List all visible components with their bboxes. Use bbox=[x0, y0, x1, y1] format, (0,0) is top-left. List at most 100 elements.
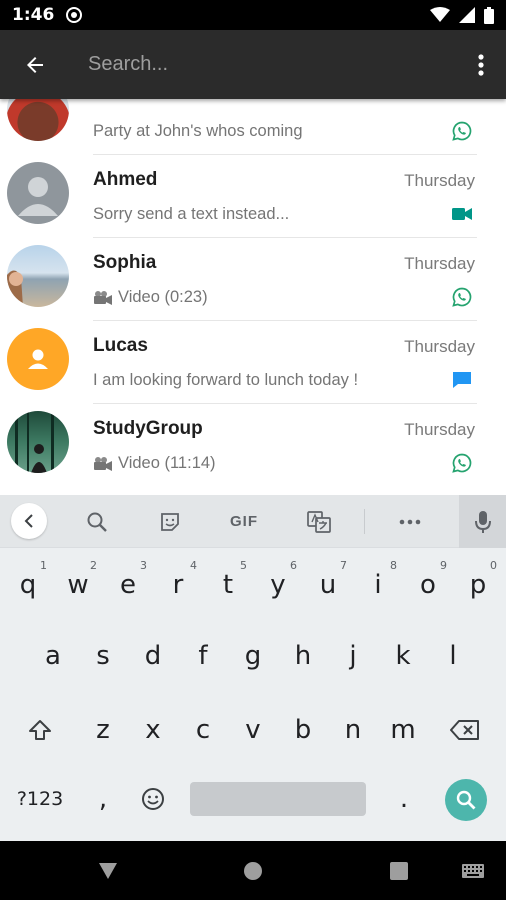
key-hint: 2 bbox=[90, 559, 97, 572]
key-a[interactable]: a bbox=[28, 626, 78, 686]
home-nav-button[interactable] bbox=[233, 841, 273, 900]
keyboard-search-button[interactable] bbox=[80, 495, 114, 548]
chat-name: Lucas bbox=[93, 335, 148, 356]
keyboard-search-key[interactable] bbox=[445, 779, 487, 821]
chat-preview: Sorry send a text instead... bbox=[93, 205, 290, 223]
collapse-toolbar-button[interactable] bbox=[11, 503, 47, 539]
recents-nav-button[interactable] bbox=[379, 841, 419, 900]
key-c[interactable]: c bbox=[178, 700, 228, 760]
key-v[interactable]: v bbox=[228, 700, 278, 760]
key-f[interactable]: f bbox=[178, 626, 228, 686]
sticker-icon bbox=[161, 512, 179, 531]
avatar bbox=[7, 245, 69, 307]
nav-back-icon bbox=[99, 862, 117, 879]
key-n[interactable]: n bbox=[328, 700, 378, 760]
default-person-icon bbox=[28, 349, 48, 369]
chat-row[interactable]: StudyGroup Thursday Video (11:14) bbox=[0, 404, 506, 487]
chat-list: Party at John's whos coming Ahmed Thursd… bbox=[0, 99, 506, 495]
search-icon bbox=[87, 512, 107, 532]
search-icon bbox=[456, 790, 476, 810]
key-s[interactable]: s bbox=[78, 626, 128, 686]
chat-time: Thursday bbox=[404, 337, 475, 356]
overflow-menu-button[interactable] bbox=[456, 30, 506, 99]
chat-preview: I am looking forward to lunch today ! bbox=[93, 371, 359, 389]
app-notification-icon bbox=[66, 7, 83, 23]
voice-input-button[interactable] bbox=[459, 495, 506, 548]
chat-row[interactable]: Ahmed Thursday Sorry send a text instead… bbox=[0, 155, 506, 238]
key-b[interactable]: b bbox=[278, 700, 328, 760]
shift-key[interactable] bbox=[15, 700, 65, 760]
key-hint: 5 bbox=[240, 559, 247, 572]
status-bar: 1:46 bbox=[0, 0, 506, 30]
key-hint: 7 bbox=[340, 559, 347, 572]
key-hint: 1 bbox=[40, 559, 47, 572]
backspace-key[interactable] bbox=[440, 700, 490, 760]
chat-time: Thursday bbox=[404, 171, 475, 190]
mic-icon bbox=[474, 510, 491, 533]
key-x[interactable]: x bbox=[128, 700, 178, 760]
gif-button[interactable]: GIF bbox=[222, 495, 266, 548]
shift-icon bbox=[29, 720, 51, 740]
avatar bbox=[7, 411, 69, 473]
avatar bbox=[7, 162, 69, 224]
group-photo bbox=[15, 411, 54, 473]
keyboard-icon bbox=[462, 863, 484, 878]
message-bubble-icon bbox=[451, 369, 473, 391]
chat-row[interactable]: Lucas Thursday I am looking forward to l… bbox=[0, 321, 506, 404]
chat-name: Ahmed bbox=[93, 169, 158, 190]
key-l[interactable]: l bbox=[428, 626, 478, 686]
key-m[interactable]: m bbox=[378, 700, 428, 760]
emoji-key[interactable] bbox=[128, 769, 178, 829]
chat-preview: Party at John's whos coming bbox=[93, 122, 303, 140]
battery-icon bbox=[484, 6, 494, 24]
chat-time: Thursday bbox=[404, 254, 475, 273]
key-z[interactable]: z bbox=[78, 700, 128, 760]
key-hint: 3 bbox=[140, 559, 147, 572]
key-g[interactable]: g bbox=[228, 626, 278, 686]
keyboard: GIF q w e r t y u i o p 1 2 3 4 5 6 7 8 … bbox=[0, 495, 506, 841]
chat-row[interactable]: Sophia Thursday Video (0:23) bbox=[0, 238, 506, 321]
avatar bbox=[7, 99, 69, 141]
translate-button[interactable] bbox=[302, 495, 336, 548]
video-camera-icon bbox=[451, 203, 473, 225]
chat-row[interactable]: Party at John's whos coming bbox=[0, 99, 506, 155]
video-camera-emoji-icon bbox=[94, 456, 112, 471]
chat-time: Thursday bbox=[404, 420, 475, 439]
back-nav-button[interactable] bbox=[88, 841, 128, 900]
key-k[interactable]: k bbox=[378, 626, 428, 686]
key-h[interactable]: h bbox=[278, 626, 328, 686]
search-input[interactable] bbox=[88, 53, 456, 76]
sticker-button[interactable] bbox=[153, 495, 187, 548]
avatar bbox=[7, 328, 69, 390]
key-hint: 0 bbox=[490, 559, 497, 572]
search-toolbar bbox=[0, 30, 506, 99]
default-person-icon bbox=[18, 177, 58, 216]
back-button[interactable] bbox=[0, 30, 70, 99]
whatsapp-icon bbox=[451, 120, 473, 142]
chat-preview: Video (0:23) bbox=[93, 288, 208, 307]
key-hint: 4 bbox=[190, 559, 197, 572]
whatsapp-icon bbox=[451, 286, 473, 308]
comma-key[interactable]: , bbox=[78, 769, 128, 829]
emoji-icon bbox=[142, 788, 164, 810]
keyboard-toolbar: GIF bbox=[0, 495, 506, 548]
keyboard-switch-button[interactable] bbox=[458, 841, 488, 900]
nav-home-icon bbox=[244, 861, 262, 880]
whatsapp-icon bbox=[451, 452, 473, 474]
chevron-left-icon bbox=[24, 514, 33, 528]
chat-preview: Video (11:14) bbox=[93, 454, 216, 473]
gif-label: GIF bbox=[230, 513, 258, 530]
chat-name: StudyGroup bbox=[93, 418, 203, 439]
more-options-button[interactable] bbox=[393, 495, 427, 548]
video-camera-emoji-icon bbox=[94, 290, 112, 305]
wifi-icon bbox=[430, 7, 450, 22]
toolbar-divider bbox=[364, 509, 365, 534]
cell-signal-icon bbox=[459, 7, 475, 23]
key-j[interactable]: j bbox=[328, 626, 378, 686]
status-time: 1:46 bbox=[12, 5, 55, 25]
navigation-bar bbox=[0, 841, 506, 900]
symbols-key[interactable]: ?123 bbox=[10, 769, 70, 829]
period-key[interactable]: . bbox=[379, 769, 429, 829]
key-d[interactable]: d bbox=[128, 626, 178, 686]
space-bar[interactable] bbox=[190, 782, 366, 816]
